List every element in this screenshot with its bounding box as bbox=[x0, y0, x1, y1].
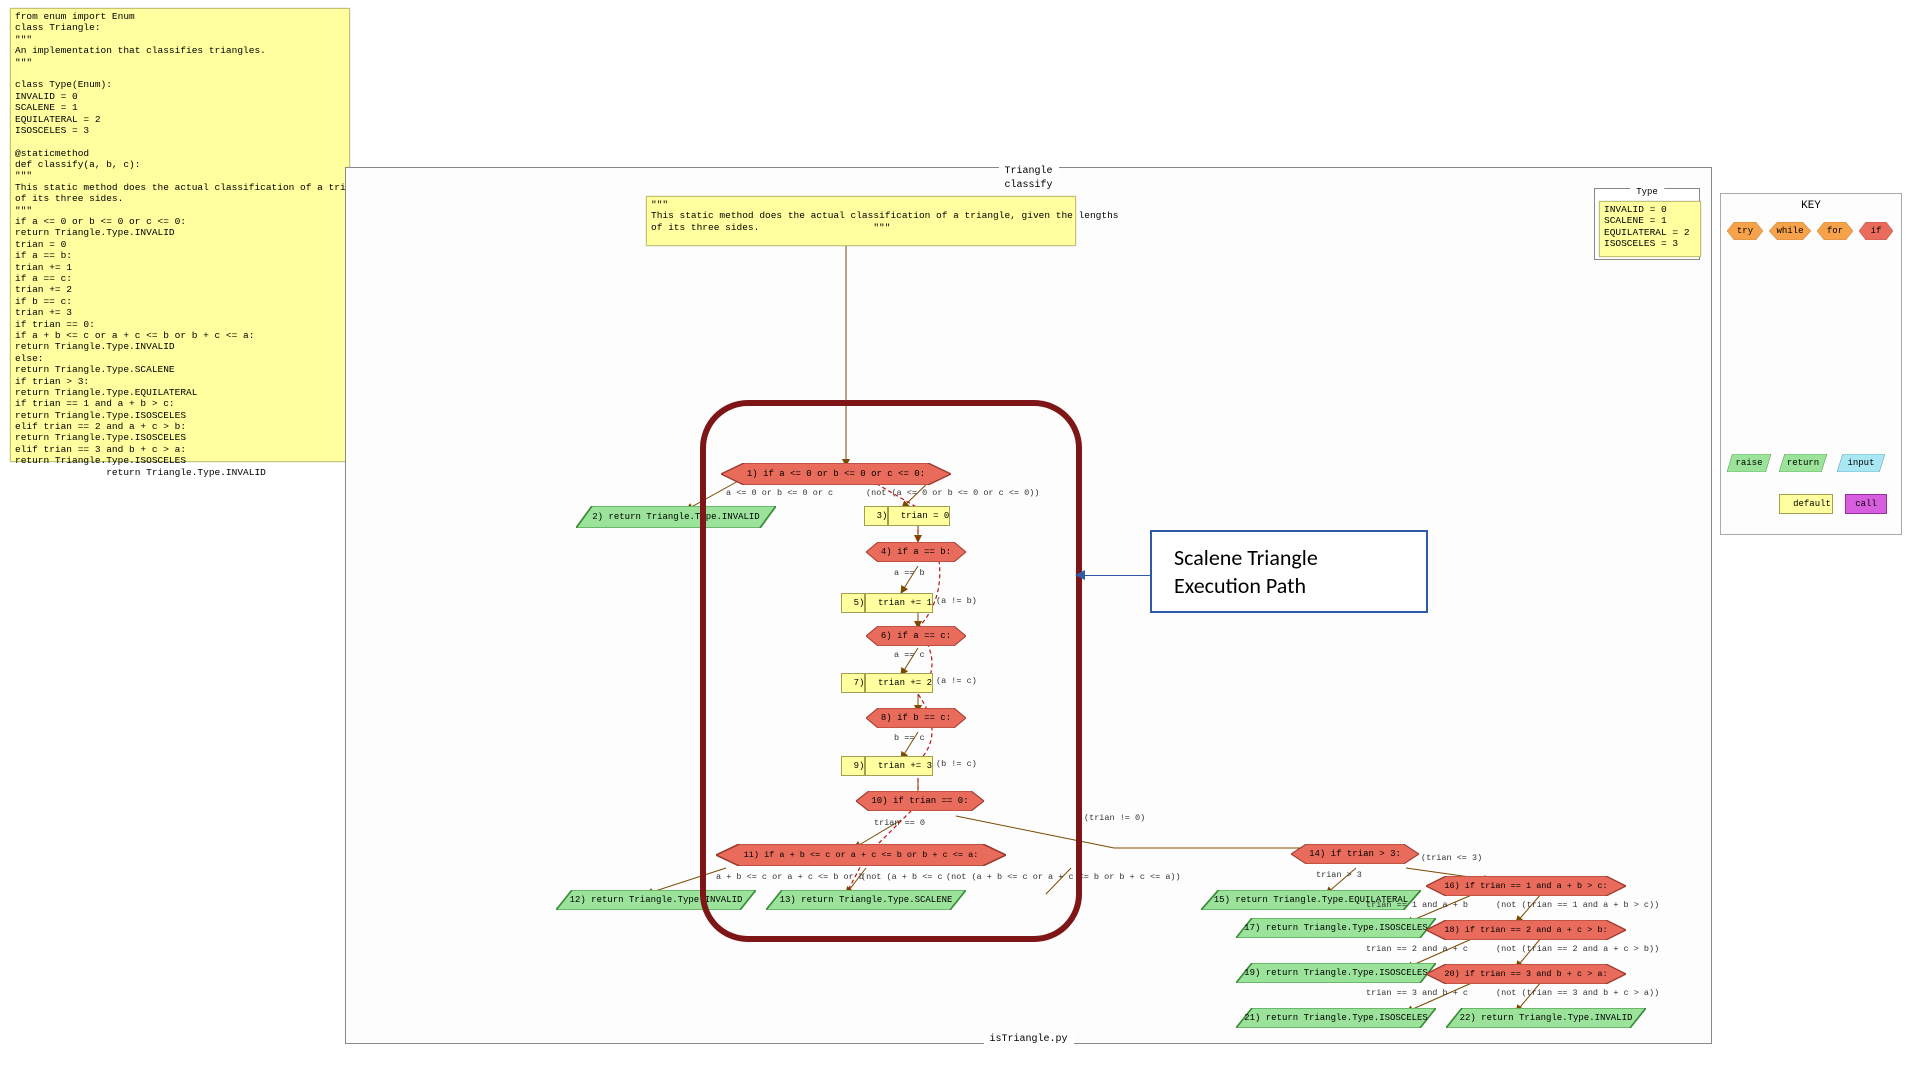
edge-14-true: trian > 3 bbox=[1316, 870, 1362, 880]
edge-20-false: (not (trian == 3 and b + c > a)) bbox=[1496, 988, 1659, 998]
key-try: try bbox=[1727, 222, 1763, 240]
callout-arrow-head bbox=[1075, 570, 1085, 580]
key-while-label: while bbox=[1769, 222, 1811, 240]
key-for: for bbox=[1817, 222, 1853, 240]
node-17-return: 17) return Triangle.Type.ISOSCELES bbox=[1236, 918, 1436, 938]
node-16-if: 16) if trian == 1 and a + b > c: bbox=[1426, 876, 1626, 896]
key-title: KEY bbox=[1801, 200, 1821, 212]
source-code-sticky: from enum import Enum class Triangle: ""… bbox=[10, 8, 350, 462]
edge-18-false: (not (trian == 2 and a + c > b)) bbox=[1496, 944, 1659, 954]
node-21-return: 21) return Triangle.Type.ISOSCELES bbox=[1236, 1008, 1436, 1028]
edge-10-false: (trian != 0) bbox=[1084, 813, 1145, 823]
key-panel: KEY try while for if raise return bbox=[1720, 193, 1902, 535]
panel-title-classify: classify bbox=[1004, 180, 1052, 191]
key-call-label: call bbox=[1846, 495, 1886, 513]
key-if-label: if bbox=[1859, 222, 1893, 240]
scalene-callout: Scalene Triangle Execution Path bbox=[1150, 530, 1428, 613]
edge-14-false: (trian <= 3) bbox=[1421, 853, 1482, 863]
key-default-label: default bbox=[1780, 495, 1844, 513]
canvas: from enum import Enum class Triangle: ""… bbox=[0, 0, 1914, 1075]
node-16-label: 16) if trian == 1 and a + b > c: bbox=[1426, 876, 1626, 896]
node-21-label: 21) return Triangle.Type.ISOSCELES bbox=[1236, 1008, 1436, 1028]
type-enum-title: Type bbox=[1630, 187, 1664, 197]
node-14-label: 14) if trian > 3: bbox=[1291, 844, 1419, 864]
key-default: default bbox=[1779, 494, 1833, 514]
node-22-label: 22) return Triangle.Type.INVALID bbox=[1446, 1008, 1646, 1028]
key-call: call bbox=[1845, 494, 1887, 514]
key-raise-label: raise bbox=[1727, 454, 1771, 472]
node-20-label: 20) if trian == 3 and b + c > a: bbox=[1426, 964, 1626, 984]
type-enum-values: INVALID = 0 SCALENE = 1 EQUILATERAL = 2 … bbox=[1599, 201, 1701, 257]
callout-arrow-line bbox=[1085, 575, 1150, 576]
node-20-if: 20) if trian == 3 and b + c > a: bbox=[1426, 964, 1626, 984]
type-enum-box: Type INVALID = 0 SCALENE = 1 EQUILATERAL… bbox=[1594, 188, 1700, 260]
key-try-label: try bbox=[1727, 222, 1763, 240]
node-22-return: 22) return Triangle.Type.INVALID bbox=[1446, 1008, 1646, 1028]
key-return-label: return bbox=[1779, 454, 1827, 472]
key-for-label: for bbox=[1817, 222, 1853, 240]
node-17-label: 17) return Triangle.Type.ISOSCELES bbox=[1236, 918, 1436, 938]
edge-16-false: (not (trian == 1 and a + b > c)) bbox=[1496, 900, 1659, 910]
edge-18-true: trian == 2 and a + c bbox=[1366, 944, 1468, 954]
edge-16-true: trian == 1 and a + b bbox=[1366, 900, 1468, 910]
key-return: return bbox=[1779, 454, 1827, 472]
callout-line1: Scalene Triangle bbox=[1174, 544, 1404, 572]
edge-20-true: trian == 3 and b + c bbox=[1366, 988, 1468, 998]
callout-line2: Execution Path bbox=[1174, 572, 1404, 600]
panel-title-bottom: isTriangle.py bbox=[983, 1034, 1073, 1045]
classify-doc-sticky: """ This static method does the actual c… bbox=[646, 196, 1076, 246]
node-14-if: 14) if trian > 3: bbox=[1291, 844, 1419, 864]
scalene-path-highlight bbox=[700, 400, 1082, 942]
key-input-label: input bbox=[1837, 454, 1885, 472]
node-19-label: 19) return Triangle.Type.ISOSCELES bbox=[1236, 963, 1436, 983]
key-while: while bbox=[1769, 222, 1811, 240]
key-raise: raise bbox=[1727, 454, 1771, 472]
key-input: input bbox=[1837, 454, 1885, 472]
key-if: if bbox=[1859, 222, 1893, 240]
panel-title-top: Triangle bbox=[998, 166, 1058, 177]
node-18-if: 18) if trian == 2 and a + c > b: bbox=[1426, 920, 1626, 940]
node-19-return: 19) return Triangle.Type.ISOSCELES bbox=[1236, 963, 1436, 983]
node-18-label: 18) if trian == 2 and a + c > b: bbox=[1426, 920, 1626, 940]
